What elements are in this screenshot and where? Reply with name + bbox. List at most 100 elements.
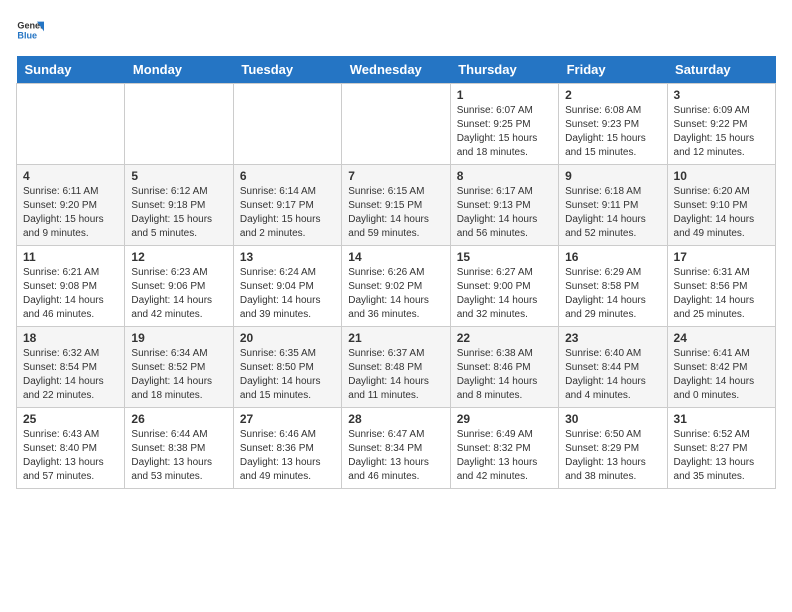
calendar-cell: 4 Sunrise: 6:11 AM Sunset: 9:20 PM Daylig… [17,165,125,246]
day-number: 26 [131,412,226,426]
day-info: Sunrise: 6:08 AM Sunset: 9:23 PM Dayligh… [565,104,660,160]
day-info: Sunrise: 6:52 AM Sunset: 8:27 PM Dayligh… [674,428,769,484]
calendar-week-4: 18 Sunrise: 6:32 AM Sunset: 8:54 PM Dayli… [17,327,776,408]
calendar-cell: 1Sunrise: 6:07 AM Sunset: 9:25 PM Daylig… [450,84,558,165]
calendar-cell [17,84,125,165]
day-number: 20 [240,331,335,345]
day-number: 8 [457,169,552,183]
day-info: Sunrise: 6:14 AM Sunset: 9:17 PM Dayligh… [240,185,335,241]
calendar-cell: 9 Sunrise: 6:18 AM Sunset: 9:11 PM Daylig… [559,165,667,246]
day-info: Sunrise: 6:44 AM Sunset: 8:38 PM Dayligh… [131,428,226,484]
day-number: 2 [565,88,660,102]
calendar-week-1: 1Sunrise: 6:07 AM Sunset: 9:25 PM Daylig… [17,84,776,165]
day-info: Sunrise: 6:26 AM Sunset: 9:02 PM Dayligh… [348,266,443,322]
day-number: 25 [23,412,118,426]
calendar-cell: 15Sunrise: 6:27 AM Sunset: 9:00 PM Dayli… [450,246,558,327]
day-number: 4 [23,169,118,183]
calendar-cell [342,84,450,165]
calendar-cell: 11Sunrise: 6:21 AM Sunset: 9:08 PM Dayli… [17,246,125,327]
col-header-wednesday: Wednesday [342,56,450,84]
calendar-cell: 19 Sunrise: 6:34 AM Sunset: 8:52 PM Dayli… [125,327,233,408]
day-number: 30 [565,412,660,426]
day-info: Sunrise: 6:21 AM Sunset: 9:08 PM Dayligh… [23,266,118,322]
logo-icon: General Blue [16,16,44,44]
col-header-monday: Monday [125,56,233,84]
calendar-week-3: 11Sunrise: 6:21 AM Sunset: 9:08 PM Dayli… [17,246,776,327]
day-number: 31 [674,412,769,426]
col-header-saturday: Saturday [667,56,775,84]
day-number: 22 [457,331,552,345]
calendar-cell [233,84,341,165]
calendar-cell: 22 Sunrise: 6:38 AM Sunset: 8:46 PM Dayli… [450,327,558,408]
day-number: 14 [348,250,443,264]
day-number: 3 [674,88,769,102]
day-info: Sunrise: 6:07 AM Sunset: 9:25 PM Dayligh… [457,104,552,160]
calendar-cell: 21 Sunrise: 6:37 AM Sunset: 8:48 PM Dayli… [342,327,450,408]
calendar-week-5: 25Sunrise: 6:43 AM Sunset: 8:40 PM Dayli… [17,408,776,489]
day-number: 29 [457,412,552,426]
header-row: SundayMondayTuesdayWednesdayThursdayFrid… [17,56,776,84]
day-info: Sunrise: 6:15 AM Sunset: 9:15 PM Dayligh… [348,185,443,241]
day-info: Sunrise: 6:41 AM Sunset: 8:42 PM Dayligh… [674,347,769,403]
calendar-cell: 12 Sunrise: 6:23 AM Sunset: 9:06 PM Dayli… [125,246,233,327]
calendar-cell: 27Sunrise: 6:46 AM Sunset: 8:36 PM Dayli… [233,408,341,489]
calendar-cell: 2 Sunrise: 6:08 AM Sunset: 9:23 PM Daylig… [559,84,667,165]
calendar-cell: 30Sunrise: 6:50 AM Sunset: 8:29 PM Dayli… [559,408,667,489]
day-number: 21 [348,331,443,345]
day-number: 13 [240,250,335,264]
calendar-cell: 26 Sunrise: 6:44 AM Sunset: 8:38 PM Dayli… [125,408,233,489]
day-number: 17 [674,250,769,264]
col-header-sunday: Sunday [17,56,125,84]
page-header: General Blue [16,16,776,44]
day-number: 28 [348,412,443,426]
day-info: Sunrise: 6:49 AM Sunset: 8:32 PM Dayligh… [457,428,552,484]
day-info: Sunrise: 6:17 AM Sunset: 9:13 PM Dayligh… [457,185,552,241]
day-number: 5 [131,169,226,183]
calendar-cell: 24 Sunrise: 6:41 AM Sunset: 8:42 PM Dayli… [667,327,775,408]
calendar-cell: 28 Sunrise: 6:47 AM Sunset: 8:34 PM Dayli… [342,408,450,489]
day-info: Sunrise: 6:32 AM Sunset: 8:54 PM Dayligh… [23,347,118,403]
day-info: Sunrise: 6:37 AM Sunset: 8:48 PM Dayligh… [348,347,443,403]
calendar-cell: 20 Sunrise: 6:35 AM Sunset: 8:50 PM Dayli… [233,327,341,408]
day-info: Sunrise: 6:18 AM Sunset: 9:11 PM Dayligh… [565,185,660,241]
day-number: 16 [565,250,660,264]
day-number: 10 [674,169,769,183]
calendar-cell: 10Sunrise: 6:20 AM Sunset: 9:10 PM Dayli… [667,165,775,246]
calendar-cell: 18 Sunrise: 6:32 AM Sunset: 8:54 PM Dayli… [17,327,125,408]
day-number: 18 [23,331,118,345]
day-info: Sunrise: 6:40 AM Sunset: 8:44 PM Dayligh… [565,347,660,403]
calendar-cell: 25Sunrise: 6:43 AM Sunset: 8:40 PM Dayli… [17,408,125,489]
col-header-thursday: Thursday [450,56,558,84]
day-info: Sunrise: 6:38 AM Sunset: 8:46 PM Dayligh… [457,347,552,403]
day-info: Sunrise: 6:24 AM Sunset: 9:04 PM Dayligh… [240,266,335,322]
day-number: 19 [131,331,226,345]
day-info: Sunrise: 6:23 AM Sunset: 9:06 PM Dayligh… [131,266,226,322]
day-info: Sunrise: 6:09 AM Sunset: 9:22 PM Dayligh… [674,104,769,160]
calendar-cell: 3 Sunrise: 6:09 AM Sunset: 9:22 PM Daylig… [667,84,775,165]
day-info: Sunrise: 6:11 AM Sunset: 9:20 PM Dayligh… [23,185,118,241]
calendar-cell: 5Sunrise: 6:12 AM Sunset: 9:18 PM Daylig… [125,165,233,246]
day-info: Sunrise: 6:31 AM Sunset: 8:56 PM Dayligh… [674,266,769,322]
day-number: 23 [565,331,660,345]
calendar-cell: 14 Sunrise: 6:26 AM Sunset: 9:02 PM Dayli… [342,246,450,327]
day-number: 27 [240,412,335,426]
logo: General Blue [16,16,44,44]
calendar-cell: 16 Sunrise: 6:29 AM Sunset: 8:58 PM Dayli… [559,246,667,327]
day-info: Sunrise: 6:47 AM Sunset: 8:34 PM Dayligh… [348,428,443,484]
col-header-tuesday: Tuesday [233,56,341,84]
calendar-cell: 29 Sunrise: 6:49 AM Sunset: 8:32 PM Dayli… [450,408,558,489]
calendar-cell: 13 Sunrise: 6:24 AM Sunset: 9:04 PM Dayli… [233,246,341,327]
col-header-friday: Friday [559,56,667,84]
day-number: 24 [674,331,769,345]
day-info: Sunrise: 6:29 AM Sunset: 8:58 PM Dayligh… [565,266,660,322]
day-number: 9 [565,169,660,183]
calendar-cell: 31 Sunrise: 6:52 AM Sunset: 8:27 PM Dayli… [667,408,775,489]
day-number: 15 [457,250,552,264]
day-number: 6 [240,169,335,183]
calendar-cell: 8 Sunrise: 6:17 AM Sunset: 9:13 PM Daylig… [450,165,558,246]
day-number: 12 [131,250,226,264]
day-info: Sunrise: 6:34 AM Sunset: 8:52 PM Dayligh… [131,347,226,403]
calendar-table: SundayMondayTuesdayWednesdayThursdayFrid… [16,56,776,489]
calendar-cell: 7Sunrise: 6:15 AM Sunset: 9:15 PM Daylig… [342,165,450,246]
day-info: Sunrise: 6:35 AM Sunset: 8:50 PM Dayligh… [240,347,335,403]
